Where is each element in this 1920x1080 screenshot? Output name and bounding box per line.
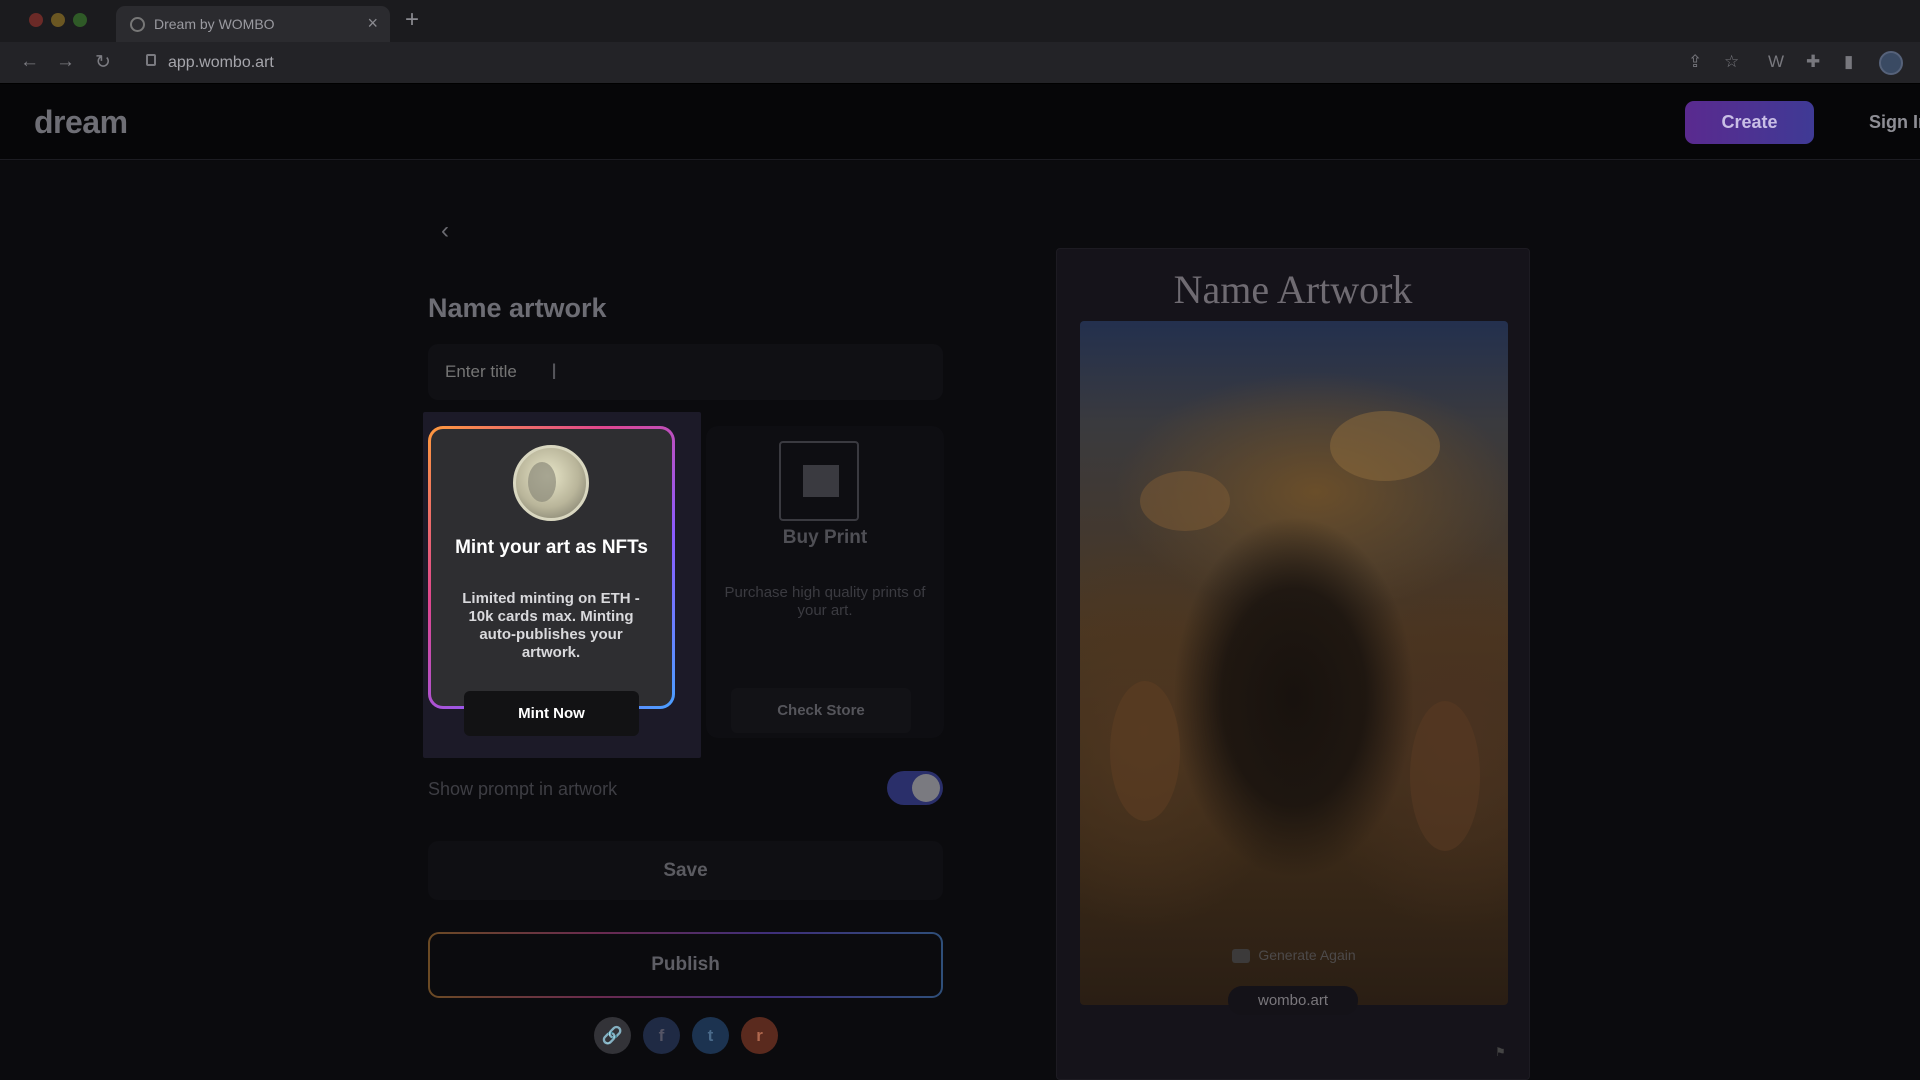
- twitter-icon[interactable]: t: [692, 1017, 729, 1054]
- mint-card-title: Mint your art as NFTs: [455, 537, 648, 558]
- profile-avatar[interactable]: [1879, 51, 1903, 75]
- url-text[interactable]: app.wombo.art: [168, 54, 274, 72]
- check-store-button[interactable]: Check Store: [731, 688, 911, 733]
- publish-button[interactable]: Publish: [428, 932, 943, 998]
- buy-print-card[interactable]: Buy Print Purchase high quality prints o…: [706, 426, 944, 738]
- show-prompt-toggle[interactable]: [887, 771, 943, 805]
- print-card-title: Buy Print: [782, 527, 868, 548]
- sidebar-toggle-icon[interactable]: ▮: [1844, 52, 1853, 72]
- wombo-extension-icon[interactable]: W: [1768, 52, 1784, 72]
- art-highlight: [1140, 471, 1230, 531]
- site-header: dream Create Sign In: [0, 84, 1920, 160]
- name-artwork-heading: Name artwork: [428, 293, 607, 323]
- print-card-description: Purchase high quality prints of your art…: [724, 584, 926, 619]
- main-content: ‹ Name artwork I Mint your art as NFTs L…: [0, 161, 1920, 1080]
- generate-again-button[interactable]: Generate Again: [1080, 947, 1508, 964]
- dream-logo[interactable]: dream: [34, 104, 128, 141]
- art-highlight: [1110, 681, 1180, 821]
- copy-link-icon[interactable]: 🔗: [594, 1017, 631, 1054]
- browser-chrome: Dream by WOMBO × + ← → ↻ app.wombo.art ⇪…: [0, 0, 1920, 84]
- create-button[interactable]: Create: [1685, 101, 1814, 144]
- new-tab-icon[interactable]: +: [405, 6, 419, 34]
- preview-title: Name Artwork: [1173, 267, 1413, 312]
- share-page-icon[interactable]: ⇪: [1688, 52, 1702, 72]
- facebook-icon[interactable]: f: [643, 1017, 680, 1054]
- tab-strip: Dream by WOMBO × +: [0, 0, 1920, 42]
- artwork-preview-card: Name Artwork Generate Again wombo.art ⚑: [1056, 248, 1530, 1080]
- reload-icon[interactable]: ↻: [95, 51, 111, 74]
- save-button[interactable]: Save: [428, 841, 943, 900]
- back-arrow-icon[interactable]: ←: [20, 51, 39, 73]
- lock-icon: [146, 54, 156, 66]
- tab-title: Dream by WOMBO: [154, 16, 275, 32]
- nft-coin-icon: [513, 445, 589, 521]
- artwork-title-input[interactable]: [428, 344, 943, 400]
- wombo-favicon-icon: [130, 17, 145, 32]
- art-highlight: [1410, 701, 1480, 851]
- reddit-icon[interactable]: r: [741, 1017, 778, 1054]
- mint-now-button[interactable]: Mint Now: [464, 691, 639, 736]
- toggle-knob: [912, 774, 940, 802]
- address-bar[interactable]: app.wombo.art: [134, 48, 1664, 78]
- print-frame-icon: [779, 441, 859, 521]
- sign-in-link[interactable]: Sign In: [1869, 112, 1920, 133]
- back-chevron-icon[interactable]: ‹: [441, 217, 449, 245]
- window-minimize-dot[interactable]: [51, 13, 65, 27]
- text-cursor-icon: I: [551, 359, 558, 384]
- publish-label: Publish: [430, 934, 941, 996]
- dice-icon: [1232, 949, 1251, 964]
- flag-icon: ⚑: [1495, 1045, 1506, 1059]
- mint-card-description: Limited minting on ETH - 10k cards max. …: [462, 590, 640, 661]
- browser-tab[interactable]: Dream by WOMBO ×: [116, 6, 390, 42]
- forward-arrow-icon[interactable]: →: [56, 51, 75, 73]
- close-tab-icon[interactable]: ×: [367, 13, 378, 34]
- show-prompt-label: Show prompt in artwork: [428, 779, 618, 799]
- bookmark-star-icon[interactable]: ☆: [1724, 52, 1739, 72]
- window-zoom-dot[interactable]: [73, 13, 87, 27]
- extensions-puzzle-icon[interactable]: ✚: [1806, 52, 1820, 72]
- mint-card-body: Mint your art as NFTs Limited minting on…: [431, 429, 672, 736]
- artwork-image: Generate Again: [1080, 321, 1508, 1005]
- art-highlight: [1330, 411, 1440, 481]
- generate-again-label: Generate Again: [1258, 947, 1356, 963]
- window-close-dot[interactable]: [29, 13, 43, 27]
- mint-nft-card[interactable]: Mint your art as NFTs Limited minting on…: [428, 426, 675, 736]
- wombo-watermark: wombo.art: [1228, 986, 1358, 1015]
